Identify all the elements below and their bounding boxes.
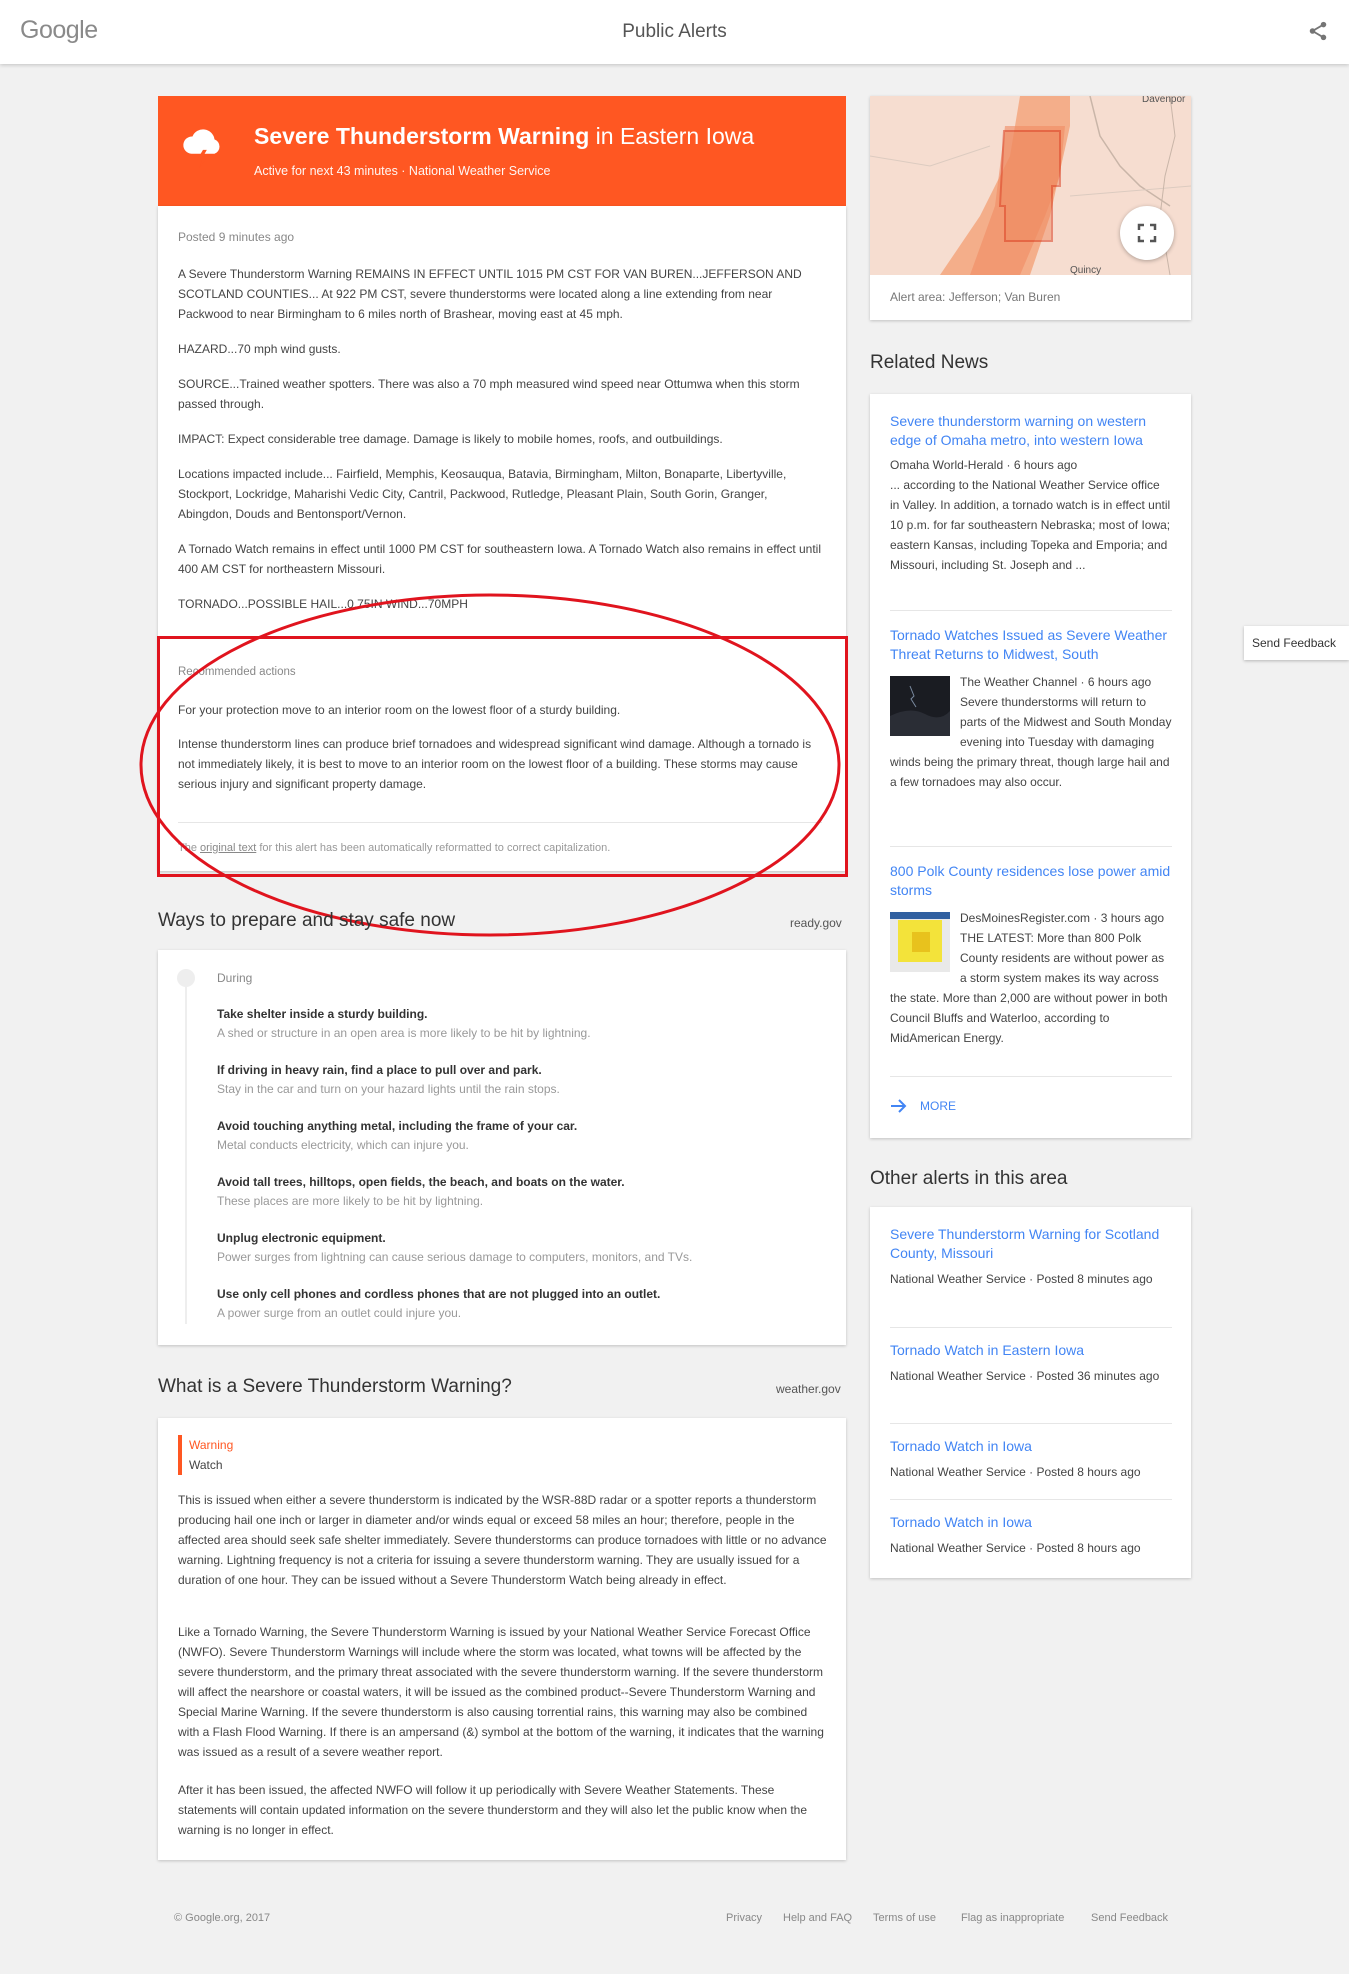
alert-subtitle: Active for next 43 minutes · National We… [254,164,551,178]
news-item[interactable]: 800 Polk County residences lose power am… [890,862,1172,1048]
related-news-title: Related News [870,352,989,373]
alert-paragraph: TORNADO...POSSIBLE HAIL...0.75IN WIND...… [178,597,468,611]
news-headline[interactable]: Tornado Watches Issued as Severe Weather… [890,626,1172,664]
alert-paragraph: IMPACT: Expect considerable tree damage.… [178,432,723,446]
ways-card: During Take shelter inside a sturdy buil… [158,950,846,1345]
what-source[interactable]: weather.gov [776,1382,841,1396]
safety-tip: If driving in heavy rain, find a place t… [217,1063,560,1096]
alert-paragraph: A Tornado Watch remains in effect until … [178,542,822,576]
thunderstorm-icon [183,129,220,169]
footer-link-terms[interactable]: Terms of use [873,1912,936,1924]
send-feedback-tab[interactable]: Send Feedback [1244,626,1349,660]
other-alerts-title: Other alerts in this area [870,1168,1068,1189]
news-headline[interactable]: 800 Polk County residences lose power am… [890,862,1172,900]
news-meta: Omaha World-Herald · 6 hours ago [890,458,1078,472]
safety-tip: Take shelter inside a sturdy building. A … [217,1007,591,1040]
alert-paragraph: SOURCE...Trained weather spotters. There… [178,377,800,411]
share-icon[interactable] [1307,20,1329,42]
other-alerts-card: Severe Thunderstorm Warning for Scotland… [870,1207,1191,1578]
safety-tip: Unplug electronic equipment. Power surges… [217,1231,693,1264]
map-city-label: Davenpor [1142,96,1186,105]
safety-tip: Avoid tall trees, hilltops, open fields,… [217,1175,625,1208]
other-alert-headline[interactable]: Severe Thunderstorm Warning for Scotland… [890,1225,1172,1263]
alert-paragraph: HAZARD...70 mph wind gusts. [178,342,341,356]
alert-paragraph: A Severe Thunderstorm Warning REMAINS IN… [178,267,802,321]
annotation-rectangle [157,636,848,877]
top-bar: Google Public Alerts [0,0,1349,64]
posted-time: Posted 9 minutes ago [178,230,295,244]
fullscreen-button[interactable] [1120,206,1174,260]
other-alert-headline[interactable]: Tornado Watch in Eastern Iowa [890,1341,1172,1360]
related-news-card: Severe thunderstorm warning on western e… [870,394,1191,1138]
divider [890,1076,1172,1077]
definition-paragraph: After it has been issued, the affected N… [178,1783,808,1837]
footer-link-help[interactable]: Help and FAQ [783,1912,852,1924]
divider [890,1327,1172,1328]
what-card: Warning Watch This is issued when either… [158,1418,846,1860]
other-alert-item[interactable]: Tornado Watch in Eastern Iowa National W… [890,1341,1172,1386]
divider [890,1423,1172,1424]
other-alert-item[interactable]: Tornado Watch in Iowa National Weather S… [890,1513,1172,1558]
divider [890,846,1172,847]
footer-link-privacy[interactable]: Privacy [726,1912,762,1924]
footer-link-feedback[interactable]: Send Feedback [1091,1912,1168,1924]
alert-paragraph: Locations impacted include... Fairfield,… [178,467,787,521]
page-title: Public Alerts [622,21,727,42]
other-alert-meta: National Weather Service · Posted 8 hour… [890,1465,1141,1479]
alert-map[interactable]: Davenpor Quincy [870,96,1191,275]
definition-paragraph: Like a Tornado Warning, the Severe Thund… [178,1625,824,1759]
phase-label: During [217,971,253,985]
news-headline[interactable]: Severe thunderstorm warning on western e… [890,412,1172,450]
other-alert-meta: National Weather Service · Posted 8 hour… [890,1541,1141,1555]
divider [890,610,1172,611]
more-news-link[interactable]: MORE [890,1098,956,1114]
warning-watch-tabs: Warning Watch [178,1435,233,1475]
footer-link-flag[interactable]: Flag as inappropriate [961,1912,1064,1924]
other-alert-item[interactable]: Tornado Watch in Iowa National Weather S… [890,1437,1172,1482]
news-item[interactable]: Tornado Watches Issued as Severe Weather… [890,626,1172,792]
news-snippet: ... according to the National Weather Se… [890,478,1171,572]
other-alert-meta: National Weather Service · Posted 36 min… [890,1369,1160,1383]
alert-map-card: Davenpor Quincy Alert area: Jefferson; V… [870,96,1191,320]
alert-area-label: Alert area: Jefferson; Van Buren [890,290,1061,304]
news-item[interactable]: Severe thunderstorm warning on western e… [890,412,1172,575]
timeline-dot [177,969,195,987]
map-city-label: Quincy [1070,265,1101,275]
news-thumbnail[interactable] [890,676,950,736]
what-title: What is a Severe Thunderstorm Warning? [158,1376,512,1397]
alert-header: Severe Thunderstorm Warning in Eastern I… [158,96,846,206]
alert-title: Severe Thunderstorm Warning in Eastern I… [254,123,755,149]
timeline [185,974,187,1324]
safety-tip: Avoid touching anything metal, including… [217,1119,578,1152]
tab-watch[interactable]: Watch [189,1455,233,1475]
ways-source[interactable]: ready.gov [790,916,842,930]
other-alert-headline[interactable]: Tornado Watch in Iowa [890,1513,1172,1532]
definition-paragraph: This is issued when either a severe thun… [178,1493,827,1587]
other-alert-headline[interactable]: Tornado Watch in Iowa [890,1437,1172,1456]
safety-tip: Use only cell phones and cordless phones… [217,1287,661,1320]
ways-title: Ways to prepare and stay safe now [158,910,456,931]
arrow-right-icon [891,1099,907,1113]
other-alert-item[interactable]: Severe Thunderstorm Warning for Scotland… [890,1225,1172,1289]
news-thumbnail[interactable] [890,912,950,972]
fullscreen-icon [1137,223,1157,243]
other-alert-meta: National Weather Service · Posted 8 minu… [890,1272,1153,1286]
divider [890,1499,1172,1500]
footer-copyright: © Google.org, 2017 [174,1912,271,1924]
tab-warning[interactable]: Warning [189,1435,233,1455]
